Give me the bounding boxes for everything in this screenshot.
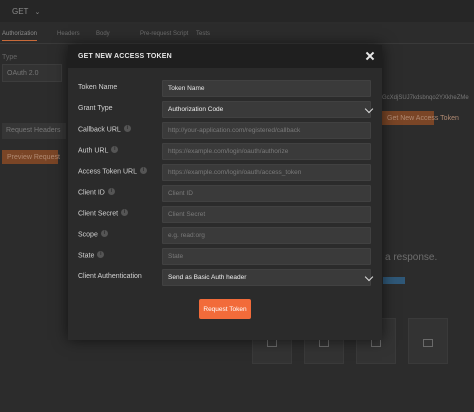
request-tabs: Authorization Headers Body Pre-request S…	[0, 26, 474, 44]
type-label: Type	[2, 54, 18, 61]
client-authentication-value: Send as Basic Auth header	[168, 274, 247, 281]
request-headers-select: Request Headers	[2, 123, 66, 139]
tab-headers: Headers	[57, 31, 80, 37]
access-token-value: GcXdjSUJ7kdsbnqo2YXkheZMe	[382, 95, 469, 101]
get-new-token-button: Get New Access Token	[382, 111, 459, 125]
grant-type-value: Authorization Code	[168, 106, 224, 113]
info-icon[interactable]: i	[121, 209, 129, 216]
token-name-input[interactable]	[162, 80, 371, 97]
share-icon	[267, 339, 277, 347]
response-hint: a response.	[385, 252, 438, 263]
modal-title: GET NEW ACCESS TOKEN	[78, 53, 172, 60]
client-secret-label: Client Secret i	[78, 209, 129, 217]
auth-type-select: OAuth 2.0	[2, 64, 62, 82]
copy-card	[408, 318, 448, 364]
client-authentication-label: Client Authentication	[78, 273, 142, 280]
client-authentication-select[interactable]: Send as Basic Auth header	[162, 269, 371, 286]
callback-url-input[interactable]	[162, 122, 371, 139]
state-label: State i	[78, 251, 105, 259]
auth-url-row: Auth URL i	[68, 143, 382, 160]
tab-body: Body	[96, 31, 110, 37]
state-row: State i	[68, 248, 382, 265]
access-token-url-label: Access Token URL i	[78, 167, 148, 175]
tab-pre-request-script: Pre-request Script	[140, 31, 189, 37]
access-token-url-input[interactable]	[162, 164, 371, 181]
info-icon[interactable]: i	[107, 188, 115, 195]
request-token-button[interactable]: Request Token	[199, 299, 251, 319]
info-icon[interactable]: i	[123, 125, 131, 132]
client-id-input[interactable]	[162, 185, 371, 202]
token-name-label: Token Name	[78, 84, 118, 91]
client-id-row: Client ID i	[68, 185, 382, 202]
info-icon[interactable]: i	[97, 251, 105, 258]
card-icon	[319, 339, 329, 347]
info-icon[interactable]: i	[100, 230, 108, 237]
token-name-row: Token Name	[68, 80, 382, 97]
get-access-token-modal: GET NEW ACCESS TOKEN Token Name Grant Ty…	[68, 45, 382, 340]
client-secret-input[interactable]	[162, 206, 371, 223]
callback-url-label: Callback URL i	[78, 125, 131, 133]
url-bar: GET ⌄	[0, 0, 474, 22]
scope-row: Scope i	[68, 227, 382, 244]
response-bar	[383, 277, 405, 284]
state-input[interactable]	[162, 248, 371, 265]
pulse-icon	[371, 339, 381, 347]
tab-tests: Tests	[196, 31, 211, 37]
info-icon[interactable]: i	[111, 146, 119, 153]
close-icon[interactable]	[363, 49, 377, 63]
method-select: GET ⌄	[12, 7, 41, 16]
tab-authorization: Authorization	[2, 31, 38, 41]
auth-url-input[interactable]	[162, 143, 371, 160]
grant-type-row: Grant Type Authorization Code	[68, 101, 382, 118]
access-token-url-row: Access Token URL i	[68, 164, 382, 181]
callback-url-row: Callback URL i	[68, 122, 382, 139]
auth-url-label: Auth URL i	[78, 146, 119, 154]
grant-type-label: Grant Type	[78, 105, 113, 112]
info-icon[interactable]: i	[140, 167, 148, 174]
client-id-label: Client ID i	[78, 188, 115, 196]
client-secret-row: Client Secret i	[68, 206, 382, 223]
client-authentication-row: Client Authentication Send as Basic Auth…	[68, 269, 382, 286]
chevron-down-icon: ⌄	[34, 9, 41, 16]
modal-header: GET NEW ACCESS TOKEN	[68, 45, 382, 68]
scope-input[interactable]	[162, 227, 371, 244]
copy-icon	[423, 339, 433, 347]
grant-type-select[interactable]: Authorization Code	[162, 101, 371, 118]
preview-request-button: Preview Request	[2, 150, 60, 164]
scope-label: Scope i	[78, 230, 108, 238]
